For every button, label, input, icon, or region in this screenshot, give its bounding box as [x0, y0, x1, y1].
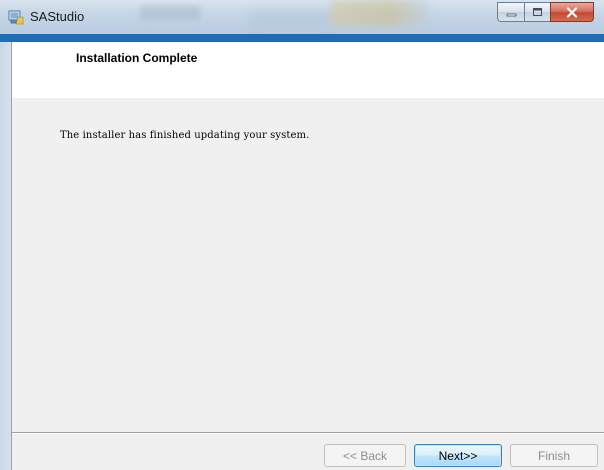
title-bar[interactable]: SAStudio: [0, 0, 604, 34]
minimize-button[interactable]: [497, 2, 524, 22]
finish-button[interactable]: Finish: [510, 444, 598, 467]
installer-window: SAStudio Installation Complete The insta…: [0, 0, 604, 470]
completion-message: The installer has finished updating your…: [60, 130, 310, 141]
wizard-content: The installer has finished updating your…: [12, 98, 604, 432]
back-button[interactable]: << Back: [324, 444, 406, 467]
window-title: SAStudio: [30, 9, 85, 24]
minimize-icon: [506, 13, 516, 16]
window-controls: [497, 2, 594, 22]
background-blur: [140, 6, 200, 20]
page-title: Installation Complete: [76, 51, 198, 65]
installer-app-icon[interactable]: [8, 9, 24, 25]
accent-strip: [0, 34, 604, 42]
close-button[interactable]: [550, 2, 594, 22]
maximize-button[interactable]: [524, 2, 550, 22]
wizard-header: Installation Complete: [12, 42, 604, 98]
close-icon: [566, 6, 578, 18]
background-blur: [330, 0, 430, 26]
background-blur: [250, 10, 330, 28]
button-divider: [12, 432, 604, 433]
maximize-icon: [533, 8, 542, 16]
next-button[interactable]: Next>>: [414, 444, 502, 467]
